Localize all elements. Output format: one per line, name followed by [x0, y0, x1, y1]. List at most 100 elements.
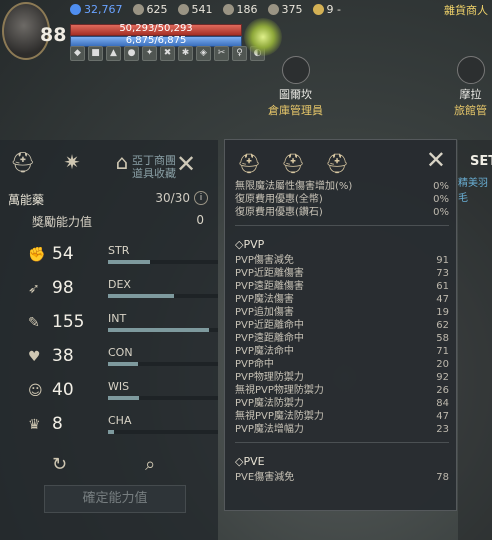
buff-row: ◆■▲●✦✖✱◈✂♀◐	[70, 46, 265, 61]
attribute-bar-fill	[108, 362, 138, 366]
npc-name: 圖爾坎	[279, 88, 312, 101]
elixir-label: 萬能藥	[8, 193, 45, 207]
star-icon[interactable]: ✷	[60, 150, 84, 174]
attribute-row-wis: ☺ 40 WIS	[14, 380, 218, 410]
stat-label: PVP近距離傷害	[235, 268, 304, 279]
buff-icon[interactable]: ✱	[178, 46, 193, 61]
buff-icon[interactable]: ■	[88, 46, 103, 61]
stat-row: PVP魔法增幅力 23	[235, 423, 449, 436]
attribute-icon: ✊	[28, 247, 46, 263]
stat-row: PVP追加傷害 19	[235, 306, 449, 319]
stat-value: 0%	[433, 207, 449, 218]
confirm-stats-button[interactable]: 確定能力值	[44, 485, 186, 513]
stat-row: PVE傷害減免 78	[235, 471, 449, 484]
attribute-icon: ➶	[28, 281, 40, 297]
stat-label: PVP魔法增幅力	[235, 424, 304, 435]
stat-row: PVP近距離傷害 73	[235, 267, 449, 280]
stat-label: 復原費用優惠(全幣)	[235, 194, 323, 205]
reset-icon[interactable]: ↻	[52, 454, 67, 475]
attribute-row-cha: ♛ 8 CHA	[14, 414, 218, 444]
key-icon	[267, 4, 279, 15]
stat-value: 61	[436, 281, 449, 292]
stat-row: PVP遠距離傷害 61	[235, 280, 449, 293]
stat-value: 78	[436, 472, 449, 483]
info-icon[interactable]: i	[194, 191, 208, 205]
buff-icon[interactable]: ✖	[160, 46, 175, 61]
attribute-bar	[108, 362, 218, 366]
stat-value: 84	[436, 398, 449, 409]
stat-value: 71	[436, 346, 449, 357]
panel-bottom-actions: ↻ ⌕	[52, 454, 155, 475]
stat-value: 58	[436, 333, 449, 344]
npc-name-top: 雜貨商人	[444, 4, 488, 17]
stat-3: 186	[222, 3, 258, 16]
hp-text: 50,293/50,293	[119, 23, 193, 34]
attribute-value: 8	[52, 414, 63, 434]
search-icon[interactable]: ⌕	[145, 454, 155, 475]
attribute-name: STR	[108, 244, 130, 257]
top-right-npc[interactable]: 雜貨商人	[444, 2, 488, 18]
buff-icon[interactable]: ✂	[214, 46, 229, 61]
attribute-row-con: ♥ 38 CON	[14, 346, 218, 376]
helmet-icon[interactable]: ⛑	[10, 150, 35, 174]
buff-icon[interactable]: ◈	[196, 46, 211, 61]
stat-value: 0%	[433, 194, 449, 205]
stat-label: PVP傷害減免	[235, 255, 294, 266]
stat-value: 20	[436, 359, 449, 370]
helmet-pvp-icon[interactable]: ⛑	[281, 152, 305, 176]
currency-blue: 32,767	[70, 3, 123, 16]
stat-label: PVP魔法命中	[235, 346, 294, 357]
mp-text: 6,875/6,875	[125, 35, 187, 46]
bonus-value: 0	[196, 213, 204, 227]
attribute-value: 38	[52, 346, 74, 366]
buff-icon[interactable]: ▲	[106, 46, 121, 61]
stat-value: 47	[436, 294, 449, 305]
attribute-bar	[108, 328, 218, 332]
stat-row: PVP魔法命中 71	[235, 345, 449, 358]
stat-2: 541	[177, 3, 213, 16]
attribute-row-int: ✎ 155 INT	[14, 312, 218, 342]
npc-name: 摩拉	[459, 88, 482, 101]
attack-icon	[132, 4, 144, 15]
helmet-pve-icon[interactable]: ⛑	[325, 152, 349, 176]
npc-bubble-icon	[456, 56, 485, 84]
stat-value: 92	[436, 372, 449, 383]
house-icon[interactable]: ⌂	[110, 150, 134, 174]
stat-value: 23	[436, 424, 449, 435]
tooltip-tabs: ⛑ ⛑ ⛑	[237, 152, 349, 176]
stat-label: PVP物理防禦力	[235, 372, 304, 383]
bonus-label: 獎勵能力值	[32, 215, 93, 229]
npc-mora[interactable]: 摩拉 旅館管	[454, 56, 487, 118]
stat-row: PVP命中 20	[235, 358, 449, 371]
stat-label: 無限魔法屬性傷害增加(%)	[235, 181, 353, 192]
attribute-name: DEX	[108, 278, 131, 291]
attribute-row-str: ✊ 54 STR	[14, 244, 218, 274]
attribute-bar-fill	[108, 396, 139, 400]
stat-label: PVP近距離命中	[235, 320, 304, 331]
attribute-icon: ✎	[28, 315, 40, 331]
buff-icon[interactable]: ♀	[232, 46, 247, 61]
attribute-value: 40	[52, 380, 74, 400]
resource-row: 32,767 625 541 186 375 9 -	[70, 3, 341, 16]
stat-row: PVP魔法傷害 47	[235, 293, 449, 306]
stat-label: PVP遠距離命中	[235, 333, 304, 344]
stat-detail-tooltip: ⛑ ⛑ ⛑ ✕ 無限魔法屬性傷害增加(%) 0% 復原費用優惠(全幣) 0% 復原費用優…	[224, 139, 457, 511]
stat-value: 47	[436, 411, 449, 422]
stat-5: 9 -	[312, 3, 341, 16]
helmet-icon[interactable]: ⛑	[237, 152, 261, 176]
npc-tulkan[interactable]: 圖爾坎 倉庫管理員	[268, 56, 323, 118]
attribute-name: CON	[108, 346, 133, 359]
buff-icon[interactable]: ◆	[70, 46, 85, 61]
npc-role: 倉庫管理員	[268, 104, 323, 117]
stat-row: 無視PVP物理防禦力 26	[235, 384, 449, 397]
stat-value: 62	[436, 320, 449, 331]
stat-label: PVP魔法防禦力	[235, 398, 304, 409]
close-icon[interactable]: ✕	[426, 146, 446, 174]
stat-row: 復原費用優惠(鑽石) 0%	[235, 206, 449, 219]
close-icon[interactable]: ✕	[176, 152, 196, 176]
buff-icon[interactable]: ●	[124, 46, 139, 61]
set-label[interactable]: SET	[470, 154, 492, 169]
stat-value: 19	[436, 307, 449, 318]
stat-row: PVP傷害減免 91	[235, 254, 449, 267]
buff-icon[interactable]: ✦	[142, 46, 157, 61]
